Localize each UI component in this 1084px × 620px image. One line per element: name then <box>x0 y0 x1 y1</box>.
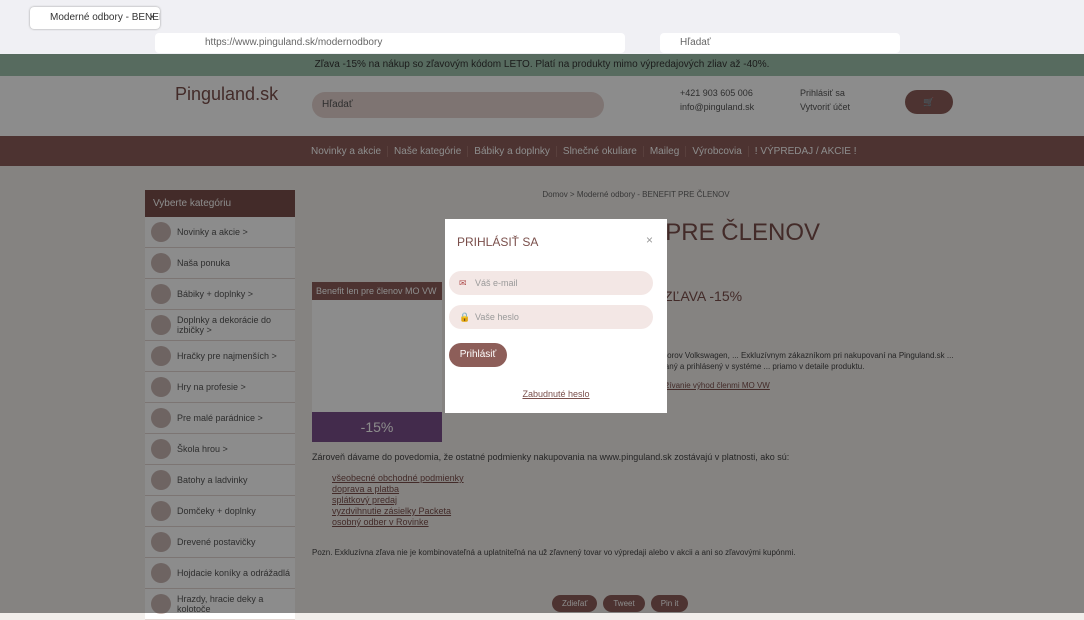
browser-tab[interactable]: Moderné odbory - BENEFIT PR× <box>30 7 160 29</box>
login-modal: PRIHLÁSIŤ SA × ✉ Váš e-mail 🔒 Vaše heslo… <box>445 219 667 413</box>
forgot-password-link[interactable]: Zabudnuté heslo <box>445 389 667 399</box>
url-bar[interactable]: https://www.pinguland.sk/modernodbory <box>155 33 625 53</box>
email-field[interactable]: ✉ Váš e-mail <box>449 271 653 295</box>
envelope-icon: ✉ <box>459 278 467 288</box>
browser-search[interactable]: Hľadať <box>660 33 900 53</box>
browser-bar: Moderné odbory - BENEFIT PR× https://www… <box>0 0 1084 55</box>
password-placeholder: Vaše heslo <box>475 312 519 322</box>
email-placeholder: Váš e-mail <box>475 278 518 288</box>
close-icon[interactable]: × <box>149 7 155 29</box>
tab-title: Moderné odbory - BENEFIT PR <box>50 12 160 23</box>
lock-icon: 🔒 <box>459 312 471 322</box>
modal-title: PRIHLÁSIŤ SA <box>457 235 539 249</box>
login-button[interactable]: Prihlásiť <box>449 343 507 367</box>
close-icon[interactable]: × <box>646 233 653 247</box>
password-field[interactable]: 🔒 Vaše heslo <box>449 305 653 329</box>
